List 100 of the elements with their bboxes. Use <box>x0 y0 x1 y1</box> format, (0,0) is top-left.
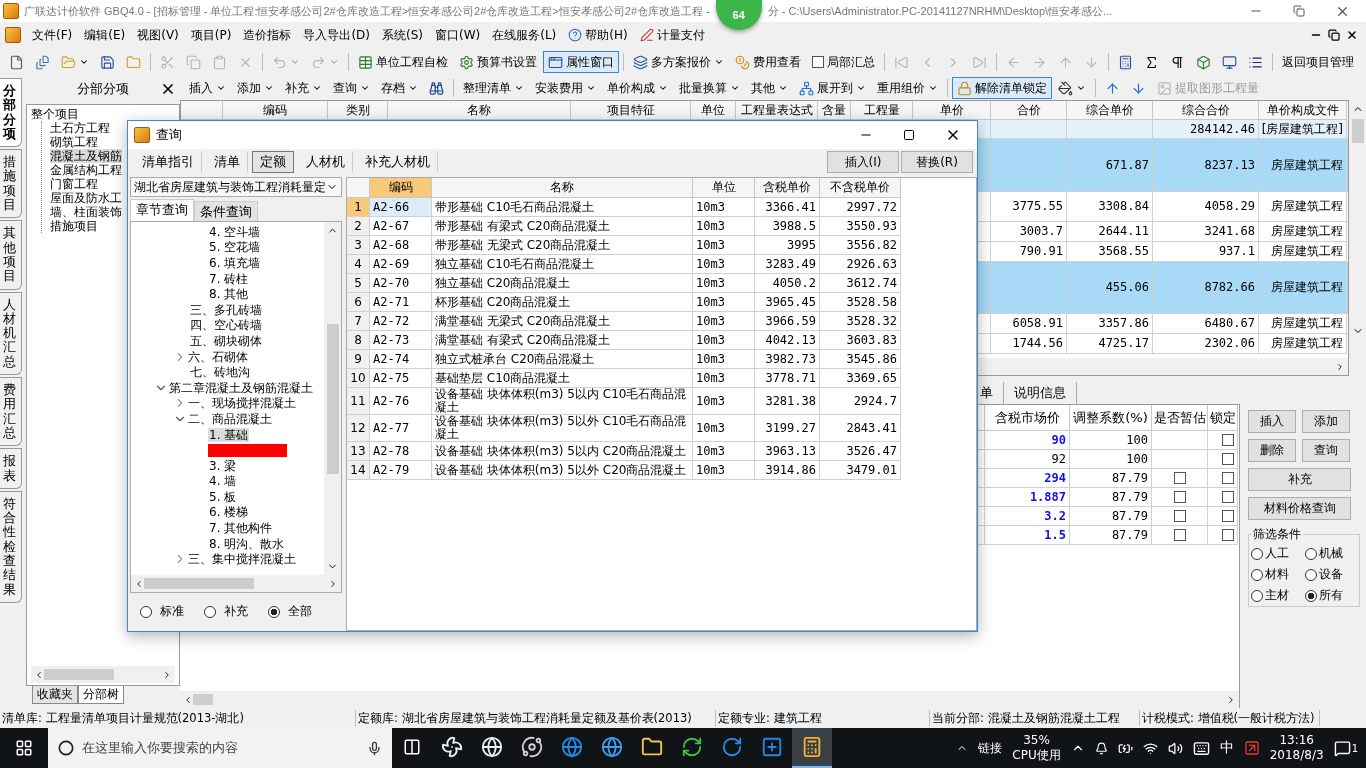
microphone-icon[interactable] <box>367 740 382 756</box>
row-number[interactable]: 11 <box>347 388 370 415</box>
column-header[interactable]: 单位 <box>693 178 755 198</box>
menu-item[interactable]: 在线服务(L) <box>486 24 563 46</box>
filter-radio[interactable]: 设备 <box>1305 566 1359 583</box>
toolbar-button[interactable]: 查询 <box>328 77 375 99</box>
scope-radio[interactable]: 标准 <box>140 603 184 620</box>
scroll-left-icon[interactable] <box>34 669 44 680</box>
menu-item[interactable]: 文件(F) <box>26 24 79 46</box>
column-header[interactable]: 综合单价 <box>1067 101 1153 120</box>
tree-item[interactable]: 7. 砖柱 <box>208 271 250 286</box>
wifi-icon[interactable] <box>1142 740 1158 756</box>
toolbar-button[interactable]: 补充 <box>280 77 327 99</box>
input-method[interactable]: 中 <box>1219 739 1234 757</box>
tree-item[interactable]: 5. 空花墙 <box>208 240 262 255</box>
row-number[interactable]: 9 <box>347 350 370 369</box>
estimate-checkbox[interactable] <box>1173 472 1186 484</box>
toolbar-button[interactable]: 解除清单锁定 <box>952 77 1052 99</box>
vertical-scrollbar[interactable] <box>324 222 341 575</box>
menu-item[interactable]: 编辑(E) <box>78 24 132 46</box>
menu-item[interactable]: 系统(S) <box>376 24 429 46</box>
tree-item[interactable]: 五、砌块砌体 <box>189 333 263 348</box>
sub-tab[interactable]: 条件查询 <box>194 201 258 221</box>
summary-checkbox[interactable]: 局部汇总 <box>807 51 880 73</box>
scroll-right-icon[interactable] <box>1335 361 1345 372</box>
row-number[interactable]: 10 <box>347 369 370 388</box>
column-header[interactable]: 含税市场价 <box>985 405 1070 431</box>
caret-icon[interactable] <box>312 83 322 93</box>
side-tab[interactable]: 费用汇总 <box>0 377 22 447</box>
column-header[interactable]: 工程量 <box>851 101 913 120</box>
toolbar-button[interactable]: 整理清单 <box>458 77 529 99</box>
column-header[interactable]: 是否暂估 <box>1152 405 1208 431</box>
caret-icon[interactable] <box>514 83 524 93</box>
column-header[interactable]: 名称 <box>432 178 693 198</box>
menu-item[interactable]: 窗口(W) <box>429 24 487 46</box>
toolbar-button[interactable]: 插入 <box>184 77 231 99</box>
toolbar-button[interactable]: 返回项目管理 <box>1277 51 1359 73</box>
row-number[interactable]: 13 <box>347 442 370 461</box>
filter-radio[interactable]: 机械 <box>1305 545 1359 562</box>
search-field[interactable]: 在这里输入你要搜索的内容 <box>48 728 392 768</box>
tree-item[interactable]: 6. 楼梯 <box>208 505 250 520</box>
side-button[interactable]: 添加 <box>1302 410 1350 433</box>
column-header[interactable]: 编码 <box>370 178 432 198</box>
notification-icon[interactable] <box>1333 739 1351 757</box>
scope-radio[interactable]: 全部 <box>268 603 312 620</box>
dialog-tab[interactable]: 人材机 <box>298 151 353 173</box>
panel-tab[interactable]: 收藏夹 <box>32 686 78 704</box>
column-header[interactable]: 编码 <box>223 101 328 120</box>
column-header[interactable]: 类别 <box>328 101 388 120</box>
lock-checkbox[interactable] <box>1222 510 1234 522</box>
column-header[interactable]: 调整系数(%) <box>1070 405 1152 431</box>
caret-icon[interactable] <box>778 83 788 93</box>
menu-item[interactable]: 项目(P) <box>184 24 238 46</box>
scrollbar-thumb[interactable] <box>326 323 339 474</box>
side-tab[interactable]: 其他项目 <box>0 220 22 290</box>
row-number[interactable]: 5 <box>347 274 370 293</box>
sub-tab[interactable]: 章节查询 <box>130 199 194 221</box>
toolbar-button[interactable]: 费用查看 <box>730 51 806 73</box>
tree-item[interactable]: 墙、柱面装饰 <box>50 205 122 219</box>
scroll-right-icon[interactable] <box>162 669 172 680</box>
tree-item[interactable]: 4. 空斗墙 <box>208 224 262 239</box>
maximize-icon[interactable] <box>903 129 915 141</box>
row-number[interactable]: 3 <box>347 236 370 255</box>
keyboard-icon[interactable] <box>1192 739 1210 757</box>
horizontal-scrollbar[interactable] <box>31 666 175 683</box>
row-number[interactable]: 4 <box>347 255 370 274</box>
table-cell[interactable]: A2-71 <box>370 293 432 312</box>
filter-radio[interactable]: 主材 <box>1251 587 1305 604</box>
close-icon[interactable] <box>160 81 176 97</box>
panel-tab[interactable]: 分部树 <box>78 686 124 704</box>
column-header[interactable]: 名称 <box>388 101 571 120</box>
lock-checkbox[interactable] <box>1222 453 1234 465</box>
side-button[interactable]: 材料价格查询 <box>1248 497 1351 520</box>
filter-radio[interactable]: 所有 <box>1305 587 1359 604</box>
tree-item[interactable]: 5. 板 <box>208 489 238 504</box>
scrollbar-thumb[interactable] <box>44 669 114 680</box>
table-cell[interactable]: A2-75 <box>370 369 432 388</box>
side-tab[interactable]: 分部分项 <box>0 78 22 148</box>
volume-icon[interactable] <box>1167 740 1183 756</box>
tree-item[interactable]: 七、砖地沟 <box>189 365 251 380</box>
row-number[interactable]: 2 <box>347 217 370 236</box>
scroll-left-icon[interactable] <box>183 694 193 705</box>
caret-icon[interactable] <box>79 57 89 67</box>
table-cell[interactable]: 3479.01 <box>820 461 901 480</box>
toolbar-button[interactable]: 添加 <box>232 77 279 99</box>
row-number[interactable]: 6 <box>347 293 370 312</box>
side-tab[interactable]: 符合性检查结果 <box>0 490 22 603</box>
estimate-checkbox[interactable] <box>1173 529 1186 541</box>
scrollbar-thumb[interactable] <box>193 694 213 705</box>
dialog-tab[interactable]: 补充人材机 <box>357 151 438 173</box>
link-text[interactable]: 链接 <box>978 739 1003 757</box>
tree-item[interactable]: 整个项目 <box>31 107 79 121</box>
clock-date[interactable]: 2018/8/3 <box>1269 748 1324 763</box>
tree-item[interactable]: 措施项目 <box>50 219 98 233</box>
toolbar-button[interactable]: 批量换算 <box>674 77 745 99</box>
table-cell[interactable]: A2-68 <box>370 236 432 255</box>
tree-item[interactable]: 混凝土及钢筋 <box>50 149 122 163</box>
column-header[interactable]: 含量 <box>818 101 851 120</box>
column-header[interactable]: 合价 <box>991 101 1067 120</box>
caret-icon[interactable] <box>658 83 668 93</box>
